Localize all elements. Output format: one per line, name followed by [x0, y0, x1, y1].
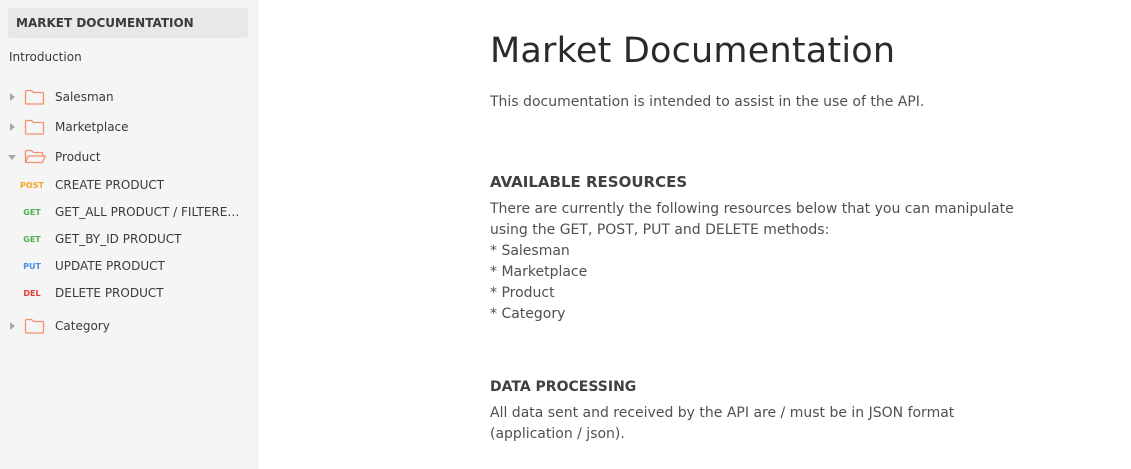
resources-list-item: * Salesman: [490, 243, 570, 259]
request-label: GET_ALL PRODUCT / FILTERED PRODUCT: [55, 205, 247, 219]
resources-line: There are currently the following resour…: [490, 201, 1014, 217]
available-resources-heading: AVAILABLE RESOURCES: [490, 173, 688, 191]
data-processing-line: (application / json).: [490, 426, 625, 442]
caret-down-icon[interactable]: [8, 155, 16, 160]
request-delete-product[interactable]: DEL DELETE PRODUCT: [0, 283, 258, 303]
method-badge-get: GET: [23, 208, 41, 217]
request-get-by-id-product[interactable]: GET GET_BY_ID PRODUCT: [0, 229, 258, 249]
method-badge-del: DEL: [23, 289, 41, 298]
request-label: CREATE PRODUCT: [55, 178, 165, 192]
folder-icon: [24, 318, 45, 334]
request-get-all-product[interactable]: GET GET_ALL PRODUCT / FILTERED PRODUCT: [0, 202, 258, 222]
sidebar-item-introduction[interactable]: Introduction: [9, 49, 82, 65]
request-label: UPDATE PRODUCT: [55, 259, 165, 273]
method-badge-get: GET: [23, 235, 41, 244]
sidebar-folder-category[interactable]: Category: [0, 315, 258, 337]
caret-right-icon[interactable]: [10, 93, 15, 101]
sidebar-folder-salesman[interactable]: Salesman: [0, 86, 258, 108]
folder-open-icon: [24, 149, 46, 164]
sidebar: MARKET DOCUMENTATION Introduction Salesm…: [0, 0, 258, 469]
sidebar-folder-marketplace[interactable]: Marketplace: [0, 116, 258, 138]
method-badge-post: POST: [20, 181, 44, 190]
resources-line: using the GET, POST, PUT and DELETE meth…: [490, 222, 830, 238]
folder-label: Category: [55, 319, 110, 333]
collection-title[interactable]: MARKET DOCUMENTATION: [8, 8, 248, 38]
caret-right-icon[interactable]: [10, 322, 15, 330]
folder-icon: [24, 119, 45, 135]
request-label: DELETE PRODUCT: [55, 286, 164, 300]
request-label: GET_BY_ID PRODUCT: [55, 232, 182, 246]
caret-right-icon[interactable]: [10, 123, 15, 131]
request-update-product[interactable]: PUT UPDATE PRODUCT: [0, 256, 258, 276]
method-badge-put: PUT: [23, 262, 41, 271]
data-processing-line: All data sent and received by the API ar…: [490, 405, 955, 421]
request-create-product[interactable]: POST CREATE PRODUCT: [0, 175, 258, 195]
sidebar-folder-product[interactable]: Product: [0, 146, 258, 168]
folder-label: Product: [55, 150, 101, 164]
data-processing-heading: DATA PROCESSING: [490, 379, 637, 395]
doc-intro: This documentation is intended to assist…: [490, 94, 925, 110]
resources-list-item: * Product: [490, 285, 555, 301]
folder-label: Salesman: [55, 90, 114, 104]
folder-icon: [24, 89, 45, 105]
folder-label: Marketplace: [55, 120, 129, 134]
resources-list-item: * Category: [490, 306, 566, 322]
page-title: Market Documentation: [490, 31, 896, 71]
resources-list-item: * Marketplace: [490, 264, 588, 280]
